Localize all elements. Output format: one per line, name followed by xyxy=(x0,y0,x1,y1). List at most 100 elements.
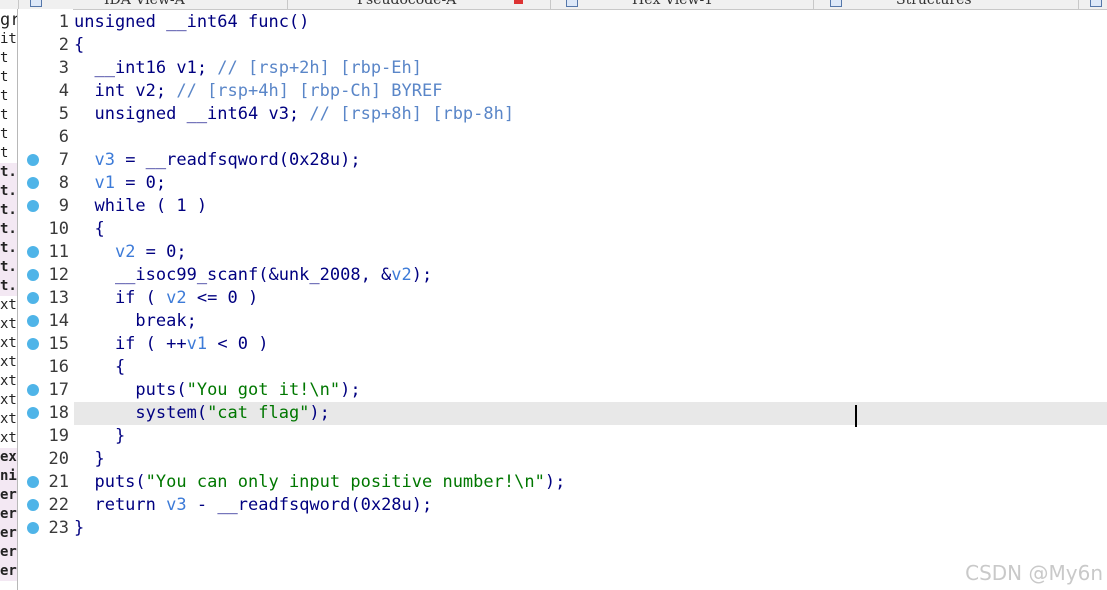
breakpoint-dot-icon[interactable] xyxy=(27,384,39,396)
function-list-item[interactable]: t xyxy=(0,68,17,87)
breakpoint-dot-icon[interactable] xyxy=(27,177,39,189)
code-token[interactable]: ); xyxy=(309,403,329,423)
code-token[interactable]: { xyxy=(74,35,84,55)
code-line[interactable]: unsigned __int64 func() xyxy=(74,11,1107,34)
functions-panel[interactable]: gritttttttt.t.t.t.t.t.t.xtxtxtxtxtxtxtxt… xyxy=(0,9,18,590)
code-token[interactable]: = 0; xyxy=(135,242,187,262)
breakpoint-dot-icon[interactable] xyxy=(27,315,39,327)
function-list-item[interactable]: xt xyxy=(0,296,17,315)
function-list-item[interactable]: xt xyxy=(0,391,17,410)
code-token[interactable]: __int16 v1; xyxy=(74,58,217,78)
string-token[interactable]: "cat flag" xyxy=(207,403,309,423)
function-list-item[interactable]: gr xyxy=(0,11,17,30)
variable-token[interactable]: v2 xyxy=(166,288,186,308)
close-icon[interactable] xyxy=(514,0,523,4)
code-line[interactable]: if ( ++v1 < 0 ) xyxy=(74,333,1107,356)
code-line[interactable]: v2 = 0; xyxy=(74,241,1107,264)
code-token[interactable]: ); xyxy=(340,380,360,400)
breakpoint-dot-icon[interactable] xyxy=(27,200,39,212)
function-list-item[interactable]: t. xyxy=(0,258,17,277)
variable-token[interactable]: v1 xyxy=(187,334,207,354)
code-token[interactable]: } xyxy=(74,426,125,446)
string-token[interactable]: "You can only input positive number!\n" xyxy=(146,472,545,492)
code-token[interactable]: = 0; xyxy=(115,173,166,193)
code-line[interactable]: v3 = __readfsqword(0x28u); xyxy=(74,149,1107,172)
function-list-item[interactable]: xt xyxy=(0,410,17,429)
function-list-item[interactable]: t. xyxy=(0,201,17,220)
breakpoint-dot-icon[interactable] xyxy=(27,476,39,488)
code-token[interactable]: - __readfsqword(0x28u); xyxy=(187,495,432,515)
function-list-item[interactable]: xt xyxy=(0,334,17,353)
function-list-item[interactable]: t xyxy=(0,87,17,106)
code-line[interactable]: } xyxy=(74,425,1107,448)
function-list-item[interactable]: t. xyxy=(0,277,17,296)
breakpoint-dot-icon[interactable] xyxy=(27,522,39,534)
code-line[interactable]: system("cat flag"); xyxy=(74,402,1107,425)
function-list-item[interactable]: xt xyxy=(0,429,17,448)
function-list-item[interactable]: xt xyxy=(0,353,17,372)
comment-token[interactable]: // [rsp+4h] [rbp-Ch] BYREF xyxy=(176,81,442,101)
code-token[interactable]: <= 0 ) xyxy=(187,288,258,308)
code-token[interactable]: { xyxy=(74,357,125,377)
code-token[interactable]: unsigned __int64 func() xyxy=(74,12,309,32)
tab-structures[interactable]: Structures xyxy=(896,0,972,8)
code-line[interactable]: } xyxy=(74,448,1107,471)
code-line[interactable]: while ( 1 ) xyxy=(74,195,1107,218)
code-token[interactable]: puts( xyxy=(74,380,186,400)
breakpoint-dot-icon[interactable] xyxy=(27,246,39,258)
code-token[interactable] xyxy=(74,242,115,262)
code-token[interactable]: unsigned __int64 v3; xyxy=(74,104,309,124)
breakpoint-dot-icon[interactable] xyxy=(27,154,39,166)
function-list-item[interactable]: ni xyxy=(0,467,17,486)
code-token[interactable]: } xyxy=(74,518,84,538)
breakpoint-dot-icon[interactable] xyxy=(27,338,39,350)
code-token[interactable]: if ( ++ xyxy=(74,334,187,354)
code-line[interactable]: break; xyxy=(74,310,1107,333)
code-line[interactable] xyxy=(74,126,1107,149)
code-token[interactable] xyxy=(74,150,94,170)
breakpoint-dot-icon[interactable] xyxy=(27,292,39,304)
code-line[interactable]: __int16 v1; // [rsp+2h] [rbp-Eh] xyxy=(74,57,1107,80)
function-list-item[interactable]: er xyxy=(0,486,17,505)
code-line[interactable]: puts("You got it!\n"); xyxy=(74,379,1107,402)
function-list-item[interactable]: t xyxy=(0,144,17,163)
function-list-item[interactable]: xt xyxy=(0,372,17,391)
code-line[interactable]: return v3 - __readfsqword(0x28u); xyxy=(74,494,1107,517)
close-icon[interactable] xyxy=(250,0,259,4)
code-line[interactable]: } xyxy=(74,517,1107,540)
breakpoint-dot-icon[interactable] xyxy=(27,499,39,511)
code-line[interactable]: __isoc99_scanf(&unk_2008, &v2); xyxy=(74,264,1107,287)
code-token[interactable]: ); xyxy=(412,265,432,285)
code-token[interactable]: int v2; xyxy=(74,81,176,101)
tab-ida-view-a[interactable]: IDA View-A xyxy=(104,0,185,8)
code-token[interactable]: if ( xyxy=(74,288,166,308)
code-line[interactable]: if ( v2 <= 0 ) xyxy=(74,287,1107,310)
variable-token[interactable]: v2 xyxy=(391,265,411,285)
function-list-item[interactable]: ext xyxy=(0,448,17,467)
function-list-item[interactable]: t xyxy=(0,125,17,144)
code-token[interactable]: < 0 ) xyxy=(207,334,268,354)
function-list-item[interactable]: er xyxy=(0,505,17,524)
code-line[interactable]: puts("You can only input positive number… xyxy=(74,471,1107,494)
function-list-item[interactable]: t. xyxy=(0,239,17,258)
code-token[interactable]: __isoc99_scanf(&unk_2008, & xyxy=(74,265,391,285)
function-list-item[interactable]: xt xyxy=(0,315,17,334)
code-token[interactable]: } xyxy=(74,449,104,469)
code-token[interactable]: break; xyxy=(74,311,196,331)
code-token[interactable]: system( xyxy=(74,403,207,423)
pseudocode-view[interactable]: } return v3 - __readfsqword(0x28u); puts… xyxy=(74,9,1107,590)
comment-token[interactable]: // [rsp+8h] [rbp-8h] xyxy=(309,104,514,124)
variable-token[interactable]: v3 xyxy=(166,495,186,515)
function-list-item[interactable]: er xyxy=(0,562,17,581)
code-line[interactable]: unsigned __int64 v3; // [rsp+8h] [rbp-8h… xyxy=(74,103,1107,126)
function-list-item[interactable]: t. xyxy=(0,163,17,182)
breakpoint-dot-icon[interactable] xyxy=(27,407,39,419)
code-line[interactable]: int v2; // [rsp+4h] [rbp-Ch] BYREF xyxy=(74,80,1107,103)
code-line[interactable]: { xyxy=(74,218,1107,241)
comment-token[interactable]: // [rsp+2h] [rbp-Eh] xyxy=(217,58,422,78)
variable-token[interactable]: v2 xyxy=(115,242,135,262)
code-line[interactable]: v1 = 0; xyxy=(74,172,1107,195)
code-token[interactable]: puts( xyxy=(74,472,145,492)
function-list-item[interactable]: t. xyxy=(0,182,17,201)
code-line[interactable]: { xyxy=(74,356,1107,379)
